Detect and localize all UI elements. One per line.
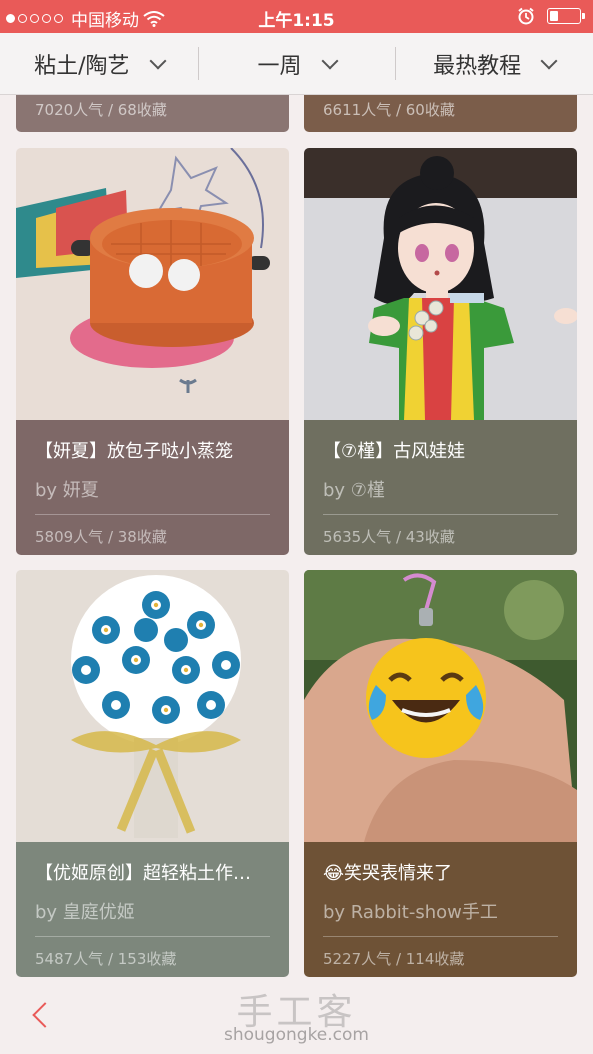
card-info[interactable]: 【优姬原创】超轻粘土作… by 皇庭优姬 5487人气 / 153收藏 xyxy=(16,842,289,977)
flower-bouquet-clay-image xyxy=(16,570,289,842)
card-stats: 7020人气 / 68收藏 xyxy=(35,101,167,119)
card-title[interactable]: 😂笑哭表情来了 xyxy=(323,859,558,885)
tutorial-card[interactable]: 【⑦槿】古风娃娃 by ⑦槿 5635人气 / 43收藏 xyxy=(304,148,577,555)
status-right xyxy=(517,7,585,25)
card-stats: 6611人气 / 60收藏 xyxy=(323,101,455,119)
filter-bar: 粘土/陶艺 一周 最热教程 xyxy=(0,33,593,95)
watermark-domain: shougongke.com xyxy=(224,1025,369,1045)
sort-filter-label: 最热教程 xyxy=(433,53,522,79)
card-info[interactable]: 【妍夏】放包子哒小蒸笼 by 妍夏 5809人气 / 38收藏 xyxy=(16,420,289,555)
card-image[interactable] xyxy=(16,148,289,420)
card-image[interactable] xyxy=(16,570,289,842)
emoji-keychain-clay-image xyxy=(304,570,577,842)
card-stats: 5635人气 / 43收藏 xyxy=(323,528,455,546)
tutorial-card-partial[interactable]: 7020人气 / 68收藏 xyxy=(16,95,289,132)
alarm-icon xyxy=(518,7,534,25)
category-filter[interactable]: 粘土/陶艺 xyxy=(0,33,198,94)
tutorial-grid: 7020人气 / 68收藏 6611人气 / 60收藏 【妍夏】放包子哒小蒸笼 … xyxy=(0,95,593,981)
card-title[interactable]: 【妍夏】放包子哒小蒸笼 xyxy=(35,437,270,463)
card-author[interactable]: by ⑦槿 xyxy=(323,476,558,502)
tutorial-card[interactable]: 【优姬原创】超轻粘土作… by 皇庭优姬 5487人气 / 153收藏 xyxy=(16,570,289,977)
card-author[interactable]: by Rabbit-show手工 xyxy=(323,898,558,924)
period-filter-label: 一周 xyxy=(257,53,302,79)
steamer-clay-image xyxy=(16,148,289,420)
chevron-down-icon xyxy=(321,52,339,69)
chevron-down-icon xyxy=(540,52,558,69)
period-filter[interactable]: 一周 xyxy=(197,33,396,94)
card-info[interactable]: 😂笑哭表情来了 by Rabbit-show手工 5227人气 / 114收藏 xyxy=(304,842,577,977)
tutorial-card[interactable]: 😂笑哭表情来了 by Rabbit-show手工 5227人气 / 114收藏 xyxy=(304,570,577,977)
chevron-down-icon xyxy=(149,52,167,69)
card-divider xyxy=(35,936,270,937)
card-stats: 5227人气 / 114收藏 xyxy=(323,950,465,968)
battery-icon xyxy=(547,8,585,24)
card-author[interactable]: by 妍夏 xyxy=(35,476,270,502)
doll-clay-image xyxy=(304,148,577,420)
card-image[interactable] xyxy=(304,148,577,420)
card-divider xyxy=(323,936,558,937)
card-image[interactable] xyxy=(304,570,577,842)
card-stats: 5487人气 / 153收藏 xyxy=(35,950,177,968)
card-divider xyxy=(35,514,270,515)
card-author[interactable]: by 皇庭优姬 xyxy=(35,898,270,924)
tutorial-card[interactable]: 【妍夏】放包子哒小蒸笼 by 妍夏 5809人气 / 38收藏 xyxy=(16,148,289,555)
card-title[interactable]: 【优姬原创】超轻粘土作… xyxy=(35,859,270,885)
card-divider xyxy=(323,514,558,515)
battery-fill xyxy=(550,11,558,21)
sort-filter[interactable]: 最热教程 xyxy=(395,33,593,94)
card-info[interactable]: 【⑦槿】古风娃娃 by ⑦槿 5635人气 / 43收藏 xyxy=(304,420,577,555)
tutorial-card-partial[interactable]: 6611人气 / 60收藏 xyxy=(304,95,577,132)
card-stats: 5809人气 / 38收藏 xyxy=(35,528,167,546)
status-bar: 中国移动 上午1:15 xyxy=(0,0,593,33)
category-filter-label: 粘土/陶艺 xyxy=(34,53,130,79)
card-title[interactable]: 【⑦槿】古风娃娃 xyxy=(323,437,558,463)
clock: 上午1:15 xyxy=(258,11,335,31)
bottom-bar: 手工客 shougongke.com xyxy=(0,981,593,1054)
